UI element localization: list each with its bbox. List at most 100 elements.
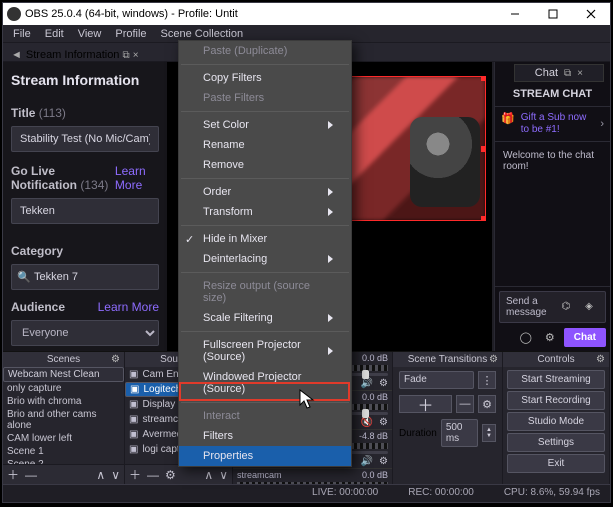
level-meter	[237, 482, 388, 484]
trans-settings-button[interactable]: ⚙	[478, 395, 496, 413]
trans-remove-button[interactable]: —	[456, 395, 474, 413]
control-button[interactable]: Exit	[507, 454, 605, 473]
chat-input[interactable]: Send a message ⌬ ◈	[499, 291, 606, 323]
scene-up-button[interactable]: ∧	[96, 469, 105, 481]
emoji-icon[interactable]: ⌬	[556, 296, 576, 316]
channel-name: streamcam	[237, 470, 282, 480]
ctx-item[interactable]: Rename	[179, 135, 351, 155]
control-button[interactable]: Start Streaming	[507, 370, 605, 389]
trans-add-button[interactable]: ＋	[399, 395, 452, 413]
ctx-item[interactable]: Remove	[179, 155, 351, 175]
menu-edit[interactable]: Edit	[39, 27, 70, 41]
ctx-item[interactable]: Fullscreen Projector (Source)	[179, 335, 351, 367]
scene-item[interactable]: CAM lower left	[3, 432, 124, 445]
audience-learn-more[interactable]: Learn More	[98, 300, 159, 314]
resize-handle-r[interactable]	[481, 146, 486, 152]
source-props-button[interactable]: ⚙	[165, 469, 176, 481]
ctx-item[interactable]: Scale Filtering	[179, 308, 351, 328]
status-bar: LIVE: 00:00:00 REC: 00:00:00 CPU: 8.6%, …	[3, 484, 610, 502]
resize-handle-tr[interactable]	[481, 76, 486, 81]
duration-stepper[interactable]: ▲▼	[482, 424, 496, 442]
title-label: Title	[11, 106, 35, 120]
stream-information-panel: Stream Information Title (113) Go Live N…	[3, 62, 167, 351]
scene-item[interactable]: Scene 1	[3, 445, 124, 458]
scenes-config-icon[interactable]: ⚙	[111, 354, 120, 365]
camera-icon: ▣	[129, 444, 138, 455]
title-input[interactable]	[11, 126, 159, 152]
chat-close-icon[interactable]: ×	[577, 68, 583, 79]
ctx-item[interactable]: Order	[179, 182, 351, 202]
speaker-icon[interactable]: 🔊	[361, 378, 373, 389]
scene-item[interactable]: Webcam Nest Clean	[3, 367, 124, 382]
menu-view[interactable]: View	[72, 27, 108, 41]
controls-title: Controls	[537, 354, 574, 365]
minimize-button[interactable]	[496, 3, 534, 25]
scenes-list[interactable]: Webcam Nest Cleanonly captureBrio with c…	[3, 367, 124, 464]
category-input[interactable]	[11, 264, 159, 290]
ctx-item[interactable]: Set Color	[179, 115, 351, 135]
mute-icon[interactable]: 🔇	[361, 417, 373, 428]
chat-send-button[interactable]: Chat	[564, 328, 606, 347]
tab-prev[interactable]: ◄	[9, 49, 24, 61]
chat-tab[interactable]: Chat ⧉ ×	[514, 64, 604, 82]
trans-title: Scene Transitions	[408, 354, 488, 365]
ctx-item[interactable]: Windowed Projector (Source)	[179, 367, 351, 399]
source-up-button[interactable]: ∧	[204, 469, 213, 481]
ctx-item[interactable]: Properties	[179, 446, 351, 466]
ctx-item[interactable]: Transform	[179, 202, 351, 222]
search-icon: 🔍	[17, 271, 31, 284]
control-button[interactable]: Start Recording	[507, 391, 605, 410]
scenes-dock: Scenes⚙ Webcam Nest Cleanonly captureBri…	[3, 352, 125, 484]
points-icon[interactable]: ◯	[516, 327, 536, 347]
scene-item[interactable]: only capture	[3, 382, 124, 395]
gear-icon[interactable]: ⚙	[379, 378, 388, 389]
source-down-button[interactable]: ∨	[219, 469, 228, 481]
golive-learn-more[interactable]: Learn More	[115, 164, 159, 192]
mixer-channel: streamcam0.0 dB 🔊⚙	[233, 469, 392, 484]
audience-select[interactable]: Everyone	[11, 320, 159, 346]
source-remove-button[interactable]: —	[147, 469, 159, 481]
ctx-item[interactable]: Deinterlacing	[179, 249, 351, 269]
status-rec: REC: 00:00:00	[408, 487, 484, 500]
trans-select[interactable]: Fade	[399, 371, 474, 389]
trans-config-icon[interactable]: ⚙	[489, 354, 498, 365]
gift-sub-banner[interactable]: 🎁 Gift a Sub now to be #1! ›	[495, 106, 610, 142]
scene-down-button[interactable]: ∨	[111, 469, 120, 481]
golive-input[interactable]	[11, 198, 159, 224]
title-count: (113)	[39, 106, 66, 120]
menu-profile[interactable]: Profile	[109, 27, 152, 41]
undock-icon[interactable]: ⧉	[123, 50, 130, 61]
menu-file[interactable]: File	[7, 27, 37, 41]
menu-scene-collection[interactable]: Scene Collection	[155, 27, 250, 41]
channel-db: 0.0 dB	[362, 392, 388, 402]
gear-icon[interactable]: ⚙	[379, 456, 388, 467]
source-add-button[interactable]: ＋	[129, 469, 141, 481]
ctx-item[interactable]: Copy Filters	[179, 68, 351, 88]
ctx-item[interactable]: Hide in Mixer	[179, 229, 351, 249]
tab-close-icon[interactable]: ×	[133, 50, 139, 61]
camera-icon: ▣	[129, 399, 138, 410]
scene-item[interactable]: Brio with chroma	[3, 395, 124, 408]
bits-icon[interactable]: ◈	[579, 296, 599, 316]
resize-handle-br[interactable]	[481, 216, 486, 221]
scene-remove-button[interactable]: —	[25, 469, 37, 481]
gear-icon[interactable]: ⚙	[379, 417, 388, 428]
control-button[interactable]: Settings	[507, 433, 605, 452]
close-button[interactable]	[572, 3, 610, 25]
speaker-icon[interactable]: 🔊	[361, 456, 373, 467]
source-context-menu[interactable]: Paste (Duplicate)Copy FiltersPaste Filte…	[178, 40, 352, 467]
audience-label: Audience	[11, 300, 65, 314]
scene-add-button[interactable]: ＋	[7, 469, 19, 481]
duration-input[interactable]: 500 ms	[441, 419, 478, 447]
golive-label: Go Live Notification	[11, 164, 77, 192]
settings-icon[interactable]: ⚙	[540, 327, 560, 347]
chat-undock-icon[interactable]: ⧉	[564, 68, 571, 79]
stream-info-tab[interactable]: Stream Information ⧉ ×	[26, 49, 139, 61]
maximize-button[interactable]	[534, 3, 572, 25]
control-button[interactable]: Studio Mode	[507, 412, 605, 431]
trans-props-button[interactable]: ⋮	[478, 371, 496, 389]
scene-item[interactable]: Brio and other cams alone	[3, 408, 124, 432]
controls-config-icon[interactable]: ⚙	[596, 354, 605, 365]
chat-tab-label: Chat	[535, 67, 558, 79]
ctx-item[interactable]: Filters	[179, 426, 351, 446]
